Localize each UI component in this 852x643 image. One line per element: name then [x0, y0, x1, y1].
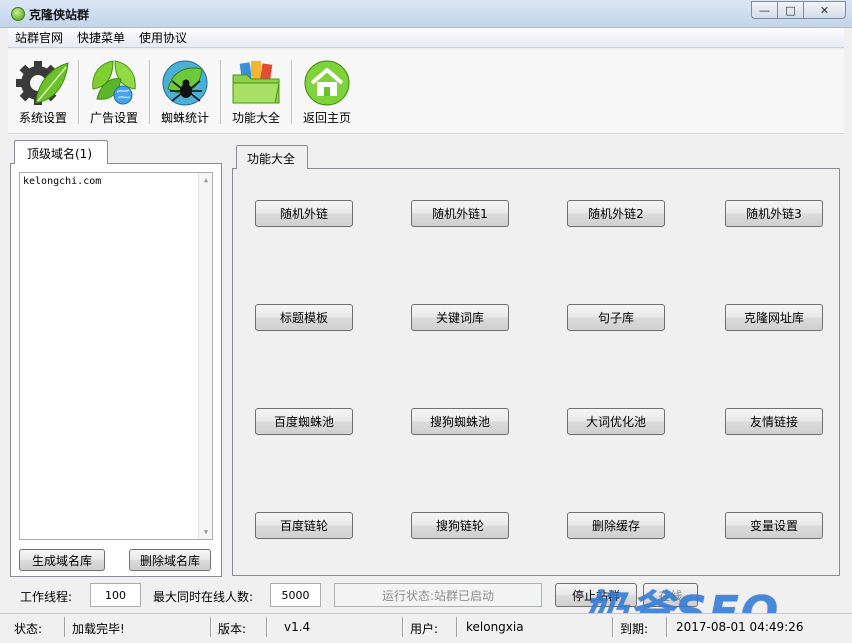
- feature-button[interactable]: 随机外链1: [411, 200, 509, 227]
- domain-list-text: kelongchi.com: [23, 176, 102, 187]
- user-label: 用户:: [410, 622, 439, 636]
- expire-label: 到期:: [620, 622, 649, 636]
- status-divider: [666, 617, 667, 637]
- status-divider: [456, 617, 457, 637]
- tab-top-domains[interactable]: 顶级域名(1): [14, 140, 108, 164]
- status-divider: [612, 617, 613, 637]
- spider-icon: [162, 60, 208, 106]
- folder-icon: [232, 61, 280, 104]
- scroll-down-icon[interactable]: ▼: [199, 525, 213, 539]
- status-bar: 状态: 加载完毕! 版本: v1.4 用户: kelongxia 到期: 201…: [0, 613, 852, 643]
- feature-button[interactable]: 克隆网址库: [725, 304, 823, 331]
- minimize-button[interactable]: —: [751, 1, 777, 19]
- status-divider: [210, 617, 211, 637]
- tab-all-features[interactable]: 功能大全: [236, 145, 308, 169]
- scroll-up-icon[interactable]: ▲: [199, 173, 213, 187]
- feature-button[interactable]: 删除缓存: [567, 512, 665, 539]
- feature-button[interactable]: 关键词库: [411, 304, 509, 331]
- toolbar-home[interactable]: 返回主页: [292, 50, 362, 130]
- max-online-input[interactable]: 5000: [270, 583, 321, 607]
- feature-button[interactable]: 句子库: [567, 304, 665, 331]
- feature-button[interactable]: 随机外链3: [725, 200, 823, 227]
- threads-input[interactable]: 100: [90, 583, 141, 607]
- window-controls: — □ ✕: [751, 1, 846, 19]
- toolbar-spider-stats[interactable]: 蜘蛛统计: [150, 50, 220, 130]
- maximize-button[interactable]: □: [777, 1, 803, 19]
- feature-button[interactable]: 标题模板: [255, 304, 353, 331]
- domain-list-textarea[interactable]: kelongchi.com ▲ ▼: [19, 172, 213, 540]
- domain-list-scrollbar[interactable]: ▲ ▼: [198, 173, 212, 539]
- close-button[interactable]: ✕: [803, 1, 846, 19]
- feature-button[interactable]: 变量设置: [725, 512, 823, 539]
- feature-button[interactable]: 百度链轮: [255, 512, 353, 539]
- menu-bar: 站群官网 快捷菜单 使用协议: [8, 28, 844, 48]
- toolbar-ad-settings[interactable]: 广告设置: [79, 50, 149, 130]
- feature-button[interactable]: 大词优化池: [567, 408, 665, 435]
- toolbar-all-features[interactable]: 功能大全: [221, 50, 291, 130]
- features-panel: 随机外链 随机外链1 随机外链2 随机外链3 标题模板 关键词库 句子库 克隆网…: [232, 168, 840, 576]
- status-divider: [266, 617, 267, 637]
- delete-domain-button[interactable]: 删除域名库: [129, 549, 211, 571]
- user-value: kelongxia: [466, 620, 524, 634]
- version-value: v1.4: [284, 620, 311, 634]
- title-bar: 克隆侠站群 — □ ✕: [0, 0, 852, 28]
- home-icon: [304, 60, 350, 106]
- menu-agreement[interactable]: 使用协议: [132, 29, 194, 46]
- feature-button[interactable]: 搜狗链轮: [411, 512, 509, 539]
- expire-value: 2017-08-01 04:49:26: [676, 620, 804, 634]
- feature-button[interactable]: 随机外链: [255, 200, 353, 227]
- max-online-label: 最大同时在线人数:: [153, 590, 254, 604]
- menu-quick[interactable]: 快捷菜单: [70, 29, 132, 46]
- app-logo-icon: [11, 7, 25, 21]
- menu-site-official[interactable]: 站群官网: [8, 29, 70, 46]
- window-title: 克隆侠站群: [29, 8, 90, 22]
- status-divider: [64, 617, 65, 637]
- threads-label: 工作线程:: [20, 590, 73, 604]
- gear-leaf-icon: [16, 61, 69, 105]
- status-divider: [402, 617, 403, 637]
- leaf-globe-icon: [92, 60, 136, 105]
- feature-button[interactable]: 百度蜘蛛池: [255, 408, 353, 435]
- toolbar: 系统设置 广告设置 蜘蛛统计 功能大全 返回主页: [8, 50, 844, 134]
- generate-domain-button[interactable]: 生成域名库: [19, 549, 105, 571]
- status-label: 状态:: [14, 622, 43, 636]
- toolbar-system-settings[interactable]: 系统设置: [8, 50, 78, 130]
- feature-button[interactable]: 随机外链2: [567, 200, 665, 227]
- version-label: 版本:: [218, 622, 247, 636]
- domain-panel: kelongchi.com ▲ ▼ 生成域名库 删除域名库: [10, 163, 222, 577]
- feature-button[interactable]: 搜狗蜘蛛池: [411, 408, 509, 435]
- feature-button[interactable]: 友情链接: [725, 408, 823, 435]
- status-value: 加载完毕!: [72, 622, 125, 636]
- run-status-field: 运行状态:站群已启动: [334, 583, 542, 607]
